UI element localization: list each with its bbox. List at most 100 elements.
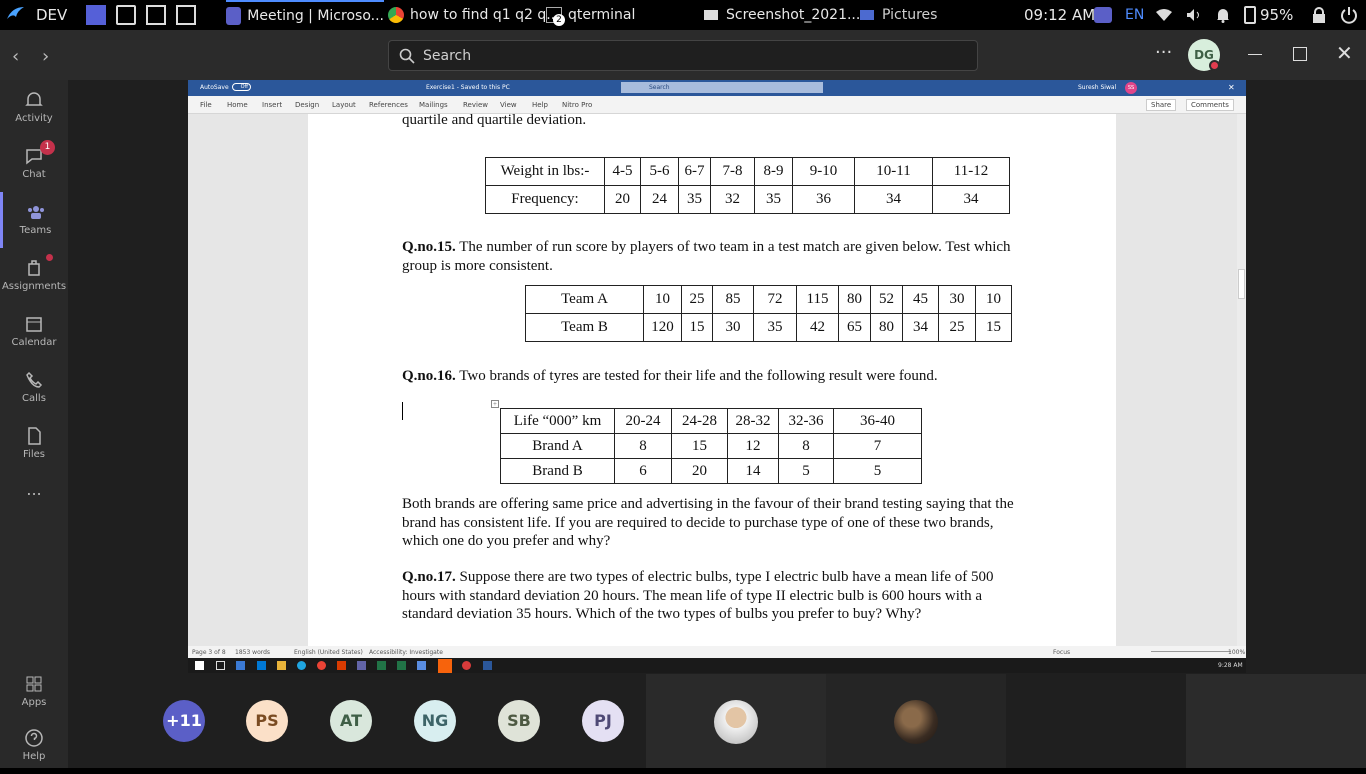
tab-insert[interactable]: Insert xyxy=(262,101,282,109)
rail-item-assignments[interactable]: Assignments xyxy=(0,248,68,304)
participant-video-tile[interactable] xyxy=(1186,674,1366,768)
terminal-icon[interactable] xyxy=(146,5,166,25)
participant-avatar[interactable]: PS xyxy=(246,700,288,742)
participant-video-tile[interactable] xyxy=(826,674,1006,768)
windows-clock[interactable]: 9:28 AM xyxy=(1218,662,1243,669)
task-view-icon[interactable] xyxy=(216,661,225,670)
table-move-handle[interactable]: + xyxy=(491,400,499,408)
tab-layout[interactable]: Layout xyxy=(332,101,356,109)
vertical-scrollbar[interactable] xyxy=(1237,114,1246,646)
word-search-box[interactable]: Search xyxy=(621,82,823,93)
excel-icon[interactable] xyxy=(377,661,386,670)
word-user-avatar[interactable]: SS xyxy=(1125,82,1137,94)
power-icon[interactable] xyxy=(1340,0,1358,30)
comments-button[interactable]: Comments xyxy=(1186,99,1234,111)
rail-item-teams[interactable]: Teams xyxy=(0,192,68,248)
rail-item-apps[interactable]: Apps xyxy=(0,664,68,720)
word-close-button[interactable]: ✕ xyxy=(1228,83,1235,92)
rail-item-chat[interactable]: Chat 1 xyxy=(0,136,68,192)
participant-video-tile[interactable] xyxy=(1006,674,1186,768)
rail-item-activity[interactable]: Activity xyxy=(0,80,68,136)
workspace-label[interactable]: DEV xyxy=(36,0,67,30)
tab-design[interactable]: Design xyxy=(295,101,319,109)
rail-item-help[interactable]: Help xyxy=(0,718,68,774)
lock-icon[interactable] xyxy=(1312,0,1326,30)
zoom-slider[interactable] xyxy=(1151,651,1231,652)
accessibility-status[interactable]: Accessibility: Investigate xyxy=(369,649,443,656)
status-dot xyxy=(1209,60,1220,71)
share-button[interactable]: Share xyxy=(1146,99,1177,111)
forward-arrow-icon[interactable]: › xyxy=(42,46,49,67)
word-title-bar: AutoSave Off Exercise1 - Saved to this P… xyxy=(188,80,1246,96)
taskbar-app-meeting[interactable]: Meeting | Microso... xyxy=(226,0,384,30)
table-cell: 35 xyxy=(753,313,797,342)
table-cell: 10-11 xyxy=(854,157,933,186)
participant-video-tile[interactable] xyxy=(646,674,826,768)
participant-avatar[interactable]: AT xyxy=(330,700,372,742)
tab-review[interactable]: Review xyxy=(463,101,488,109)
explorer-icon[interactable] xyxy=(277,661,286,670)
windows-start-icon[interactable] xyxy=(195,661,204,670)
chrome-icon-small[interactable] xyxy=(317,661,326,670)
tab-references[interactable]: References xyxy=(369,101,408,109)
video-app-icon[interactable] xyxy=(176,5,196,25)
maximize-button[interactable] xyxy=(1293,47,1307,61)
battery-indicator[interactable]: 95% xyxy=(1244,0,1293,30)
autosave-toggle[interactable]: Off xyxy=(232,83,251,91)
rail-item-calendar[interactable]: Calendar xyxy=(0,304,68,360)
participant-avatar[interactable]: +11 xyxy=(163,700,205,742)
back-arrow-icon[interactable]: ‹ xyxy=(12,46,19,67)
taskbar-app-browser[interactable]: how to find q1 q2 q... xyxy=(388,0,560,30)
powerpoint-icon[interactable] xyxy=(337,661,346,670)
file-manager-icon[interactable] xyxy=(116,5,136,25)
search-icon xyxy=(399,48,415,64)
tab-file[interactable]: File xyxy=(200,101,212,109)
focus-button[interactable]: Focus xyxy=(1053,649,1070,656)
start-menu-icon[interactable] xyxy=(4,0,28,30)
word-icon[interactable] xyxy=(483,661,492,670)
language-status[interactable]: English (United States) xyxy=(294,649,363,656)
tab-help[interactable]: Help xyxy=(532,101,548,109)
tab-mailings[interactable]: Mailings xyxy=(419,101,448,109)
zoom-level[interactable]: 100% xyxy=(1228,649,1245,656)
workspace-1-icon[interactable] xyxy=(86,5,106,25)
close-button[interactable]: ✕ xyxy=(1336,41,1353,65)
language-indicator[interactable]: EN xyxy=(1125,0,1144,30)
taskbar-app-terminal[interactable]: 2 qterminal xyxy=(546,0,635,30)
table-cell: 20 xyxy=(671,458,728,484)
minimize-button[interactable] xyxy=(1248,54,1262,55)
document-title: Exercise1 - Saved to this PC xyxy=(426,84,510,91)
active-app-icon[interactable] xyxy=(438,659,452,673)
edge-icon[interactable] xyxy=(297,661,306,670)
notification-bell-icon[interactable] xyxy=(1216,0,1230,30)
question-16: Q.no.16. Two brands of tyres are tested … xyxy=(402,368,938,384)
rail-item-more[interactable]: ... xyxy=(0,480,68,536)
outlook-icon[interactable] xyxy=(257,661,266,670)
wifi-icon[interactable] xyxy=(1156,0,1172,30)
recorder-icon[interactable] xyxy=(462,661,471,670)
app-icon[interactable] xyxy=(417,661,426,670)
search-input[interactable]: Search xyxy=(388,40,978,71)
word-count[interactable]: 1853 words xyxy=(235,649,270,656)
taskbar-app-pictures[interactable]: Pictures xyxy=(860,0,937,30)
clock[interactable]: 09:12 AM xyxy=(1024,0,1095,30)
mail-icon[interactable] xyxy=(236,661,245,670)
volume-icon[interactable] xyxy=(1186,0,1202,30)
tab-view[interactable]: View xyxy=(500,101,517,109)
participant-avatar[interactable]: NG xyxy=(414,700,456,742)
teams-small-icon[interactable] xyxy=(357,661,366,670)
tab-nitro-pro[interactable]: Nitro Pro xyxy=(562,101,592,109)
scrollbar-thumb[interactable] xyxy=(1238,269,1245,299)
spreadsheet-icon[interactable] xyxy=(397,661,406,670)
page-indicator[interactable]: Page 3 of 8 xyxy=(192,649,226,656)
taskbar-app-screenshot[interactable]: Screenshot_2021... xyxy=(704,0,860,30)
participant-avatar[interactable]: SB xyxy=(498,700,540,742)
teams-tray-icon[interactable] xyxy=(1094,0,1112,30)
document-page[interactable]: quartile and quartile deviation. Weight … xyxy=(308,114,1116,650)
participant-avatar[interactable]: PJ xyxy=(582,700,624,742)
more-options-icon[interactable]: ··· xyxy=(1155,42,1172,63)
tab-home[interactable]: Home xyxy=(227,101,248,109)
rail-item-files[interactable]: Files xyxy=(0,416,68,472)
text-cursor xyxy=(402,402,403,420)
rail-item-calls[interactable]: Calls xyxy=(0,360,68,416)
